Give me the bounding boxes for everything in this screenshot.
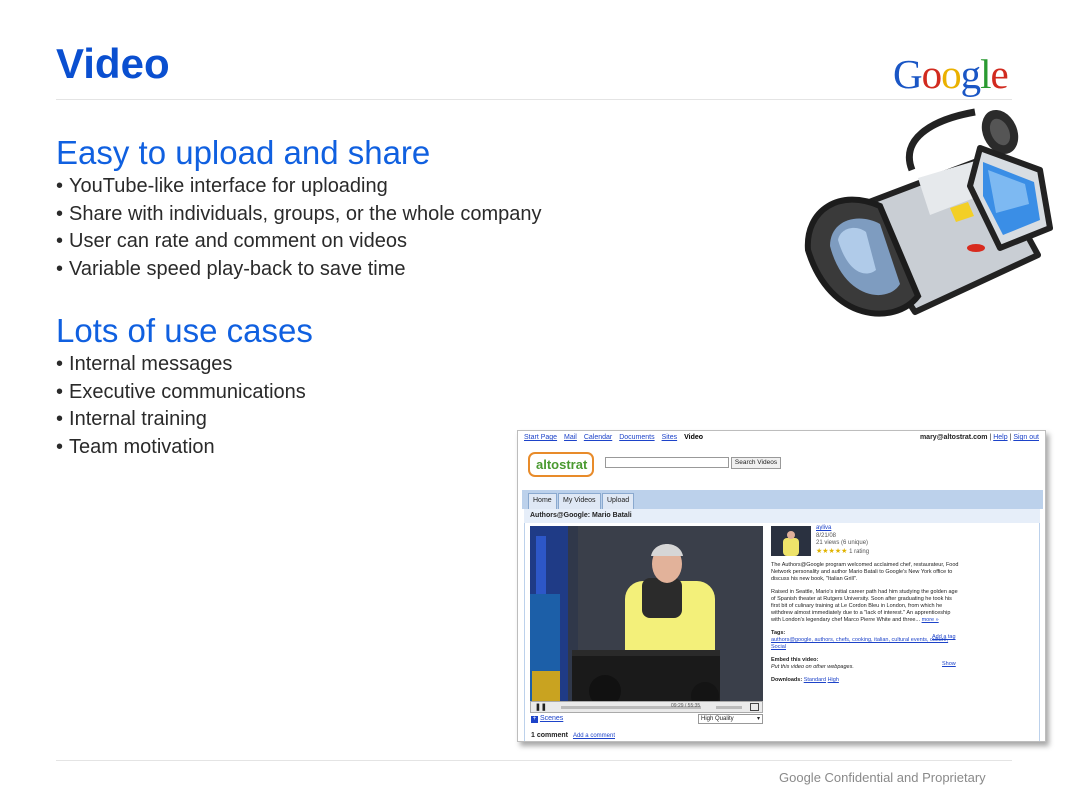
bottom-divider: [56, 760, 1012, 761]
nav-video-current: Video: [684, 434, 704, 441]
video-title: Authors@Google: Mario Batali: [524, 509, 1040, 523]
download-high-link[interactable]: High: [828, 677, 839, 683]
description-para-1: The Authors@Google program welcomed accl…: [771, 562, 959, 582]
add-tag-link[interactable]: Add a tag: [932, 634, 956, 640]
thumbnail-image: [771, 526, 811, 556]
tab-my-videos[interactable]: My Videos: [558, 493, 601, 509]
fullscreen-icon[interactable]: [750, 703, 759, 711]
help-link[interactable]: Help: [993, 434, 1007, 441]
quality-value: High Quality: [701, 716, 734, 722]
signout-link[interactable]: Sign out: [1013, 434, 1039, 441]
bullet-item: YouTube-like interface for uploading: [56, 173, 542, 201]
quality-select[interactable]: High Quality ▾: [698, 714, 763, 724]
video-frame: [530, 526, 763, 701]
uploader-link[interactable]: ayliva: [816, 525, 831, 531]
search-input[interactable]: [605, 457, 729, 468]
download-standard-link[interactable]: Standard: [804, 677, 826, 683]
nav-calendar[interactable]: Calendar: [584, 434, 612, 441]
video-camera-icon: [804, 108, 1053, 317]
uploader-thumbnail[interactable]: [771, 526, 811, 556]
tab-home[interactable]: Home: [528, 493, 557, 509]
tags-label: Tags:: [771, 630, 786, 636]
scenes-toggle[interactable]: + Scenes: [531, 715, 563, 723]
embed-label: Embed this video:: [771, 657, 819, 663]
video-meta: ayliva 8/21/08 21 views (6 unique) ★★★★★…: [816, 525, 869, 556]
altostrat-logo: altostrat: [528, 452, 594, 477]
more-link[interactable]: more »: [922, 617, 939, 623]
bullet-item: Internal training: [56, 406, 306, 434]
comments-count: 1 comment: [531, 732, 568, 739]
rating-stars[interactable]: ★★★★★: [816, 548, 847, 555]
volume-slider[interactable]: [716, 706, 742, 709]
bullet-item: Share with individuals, groups, or the w…: [56, 201, 541, 229]
nav-mail[interactable]: Mail: [564, 434, 577, 441]
video-player[interactable]: [530, 526, 763, 701]
search-videos-button[interactable]: Search Videos: [731, 457, 781, 469]
bullet-item: Internal messages: [56, 351, 306, 379]
tab-bar: Home My Videos Upload: [522, 490, 1043, 509]
use-cases-bullet-list: Internal messages Executive communicatio…: [56, 351, 306, 461]
section-heading-use-cases: Lots of use cases: [56, 312, 313, 349]
section-heading-upload: Easy to upload and share: [56, 134, 431, 171]
slide-title: Video: [56, 40, 170, 87]
google-logo: Google: [893, 51, 1009, 97]
footer-confidential: Google Confidential and Proprietary: [779, 770, 986, 785]
upload-date: 8/21/08: [816, 532, 837, 539]
user-email: mary@altostrat.com: [919, 434, 988, 441]
bullet-item: Executive communications: [56, 379, 306, 407]
embed-description: Put this video on other webpages.: [771, 664, 854, 670]
tab-upload[interactable]: Upload: [602, 493, 635, 509]
nav-sites[interactable]: Sites: [662, 434, 678, 441]
video-app-screenshot: Start Page Mail Calendar Documents Sites…: [517, 430, 1046, 742]
plus-icon: +: [531, 716, 538, 723]
view-count: 21 views (6 unique): [816, 540, 869, 546]
comments-header: 1 comment Add a comment: [531, 732, 615, 739]
user-area: mary@altostrat.com | Help | Sign out: [919, 434, 1039, 441]
rating-count: 1 rating: [849, 548, 870, 555]
add-comment-link[interactable]: Add a comment: [573, 733, 615, 739]
embed-show-link[interactable]: Show: [942, 661, 956, 667]
play-pause-icon[interactable]: ❚❚: [535, 703, 547, 711]
slide: Video Google Easy to upload and share Yo…: [0, 0, 1066, 800]
video-description: The Authors@Google program welcomed accl…: [771, 562, 961, 684]
scenes-link[interactable]: Scenes: [540, 715, 563, 722]
nav-documents[interactable]: Documents: [619, 434, 654, 441]
bullet-item: Team motivation: [56, 434, 306, 462]
time-readout: 09:29 / 55:35: [671, 703, 701, 709]
top-nav: Start Page Mail Calendar Documents Sites…: [524, 434, 703, 441]
player-controls: ❚❚ 09:29 / 55:35: [530, 701, 763, 713]
upload-bullet-list: YouTube-like interface for uploading Sha…: [56, 173, 542, 284]
downloads-label: Downloads:: [771, 677, 803, 683]
chevron-down-icon: ▾: [756, 716, 760, 722]
nav-start-page[interactable]: Start Page: [524, 434, 557, 441]
bullet-item: Variable speed play-back to save time: [56, 256, 542, 284]
bullet-item: User can rate and comment on videos: [56, 228, 542, 256]
